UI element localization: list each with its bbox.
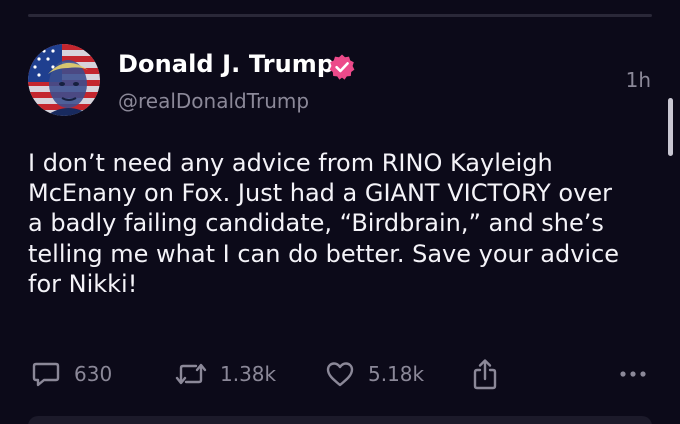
user-handle[interactable]: @realDonaldTrump [118, 89, 309, 113]
reply-icon [30, 358, 62, 390]
verified-badge-icon [328, 53, 356, 81]
repost-button[interactable]: 1.38k [174, 354, 276, 394]
post-text-line: McEnany on Fox. Just had a GIANT VICTORY… [28, 179, 612, 208]
post-text-line: I don’t need any advice from RINO Kaylei… [28, 149, 553, 177]
post-text-line: a badly failing candidate, “Birdbrain,” … [28, 209, 604, 238]
reply-compose-bar[interactable] [28, 416, 652, 424]
post-text: I don’t need any advice from RINO Kaylei… [28, 148, 648, 299]
post-text-line: telling me what I can do better. Save yo… [28, 239, 620, 268]
more-options-button[interactable] [618, 354, 648, 394]
share-icon [470, 357, 500, 391]
like-button[interactable]: 5.18k [324, 354, 424, 394]
display-name[interactable]: Donald J. Trump [118, 50, 334, 78]
reply-button[interactable]: 630 [30, 354, 112, 394]
post-screen: Donald J. Trump @realDonaldTrump 1h I do… [0, 0, 680, 424]
scrollbar-thumb[interactable] [668, 98, 673, 156]
avatar[interactable] [28, 44, 100, 116]
share-button[interactable] [470, 354, 500, 394]
like-count: 5.18k [368, 362, 425, 386]
flag-portrait-avatar-icon [28, 44, 100, 116]
top-divider [28, 14, 652, 17]
heart-icon [324, 358, 356, 390]
post-timestamp[interactable]: 1h [626, 68, 651, 92]
repost-icon [174, 358, 208, 390]
post-text-line: for Nikki! [28, 269, 138, 298]
repost-count: 1.38k [220, 362, 277, 386]
post-action-bar: 630 1.38k 5.18k [0, 354, 680, 394]
reply-count: 630 [74, 362, 113, 386]
more-dots-icon [618, 369, 648, 379]
